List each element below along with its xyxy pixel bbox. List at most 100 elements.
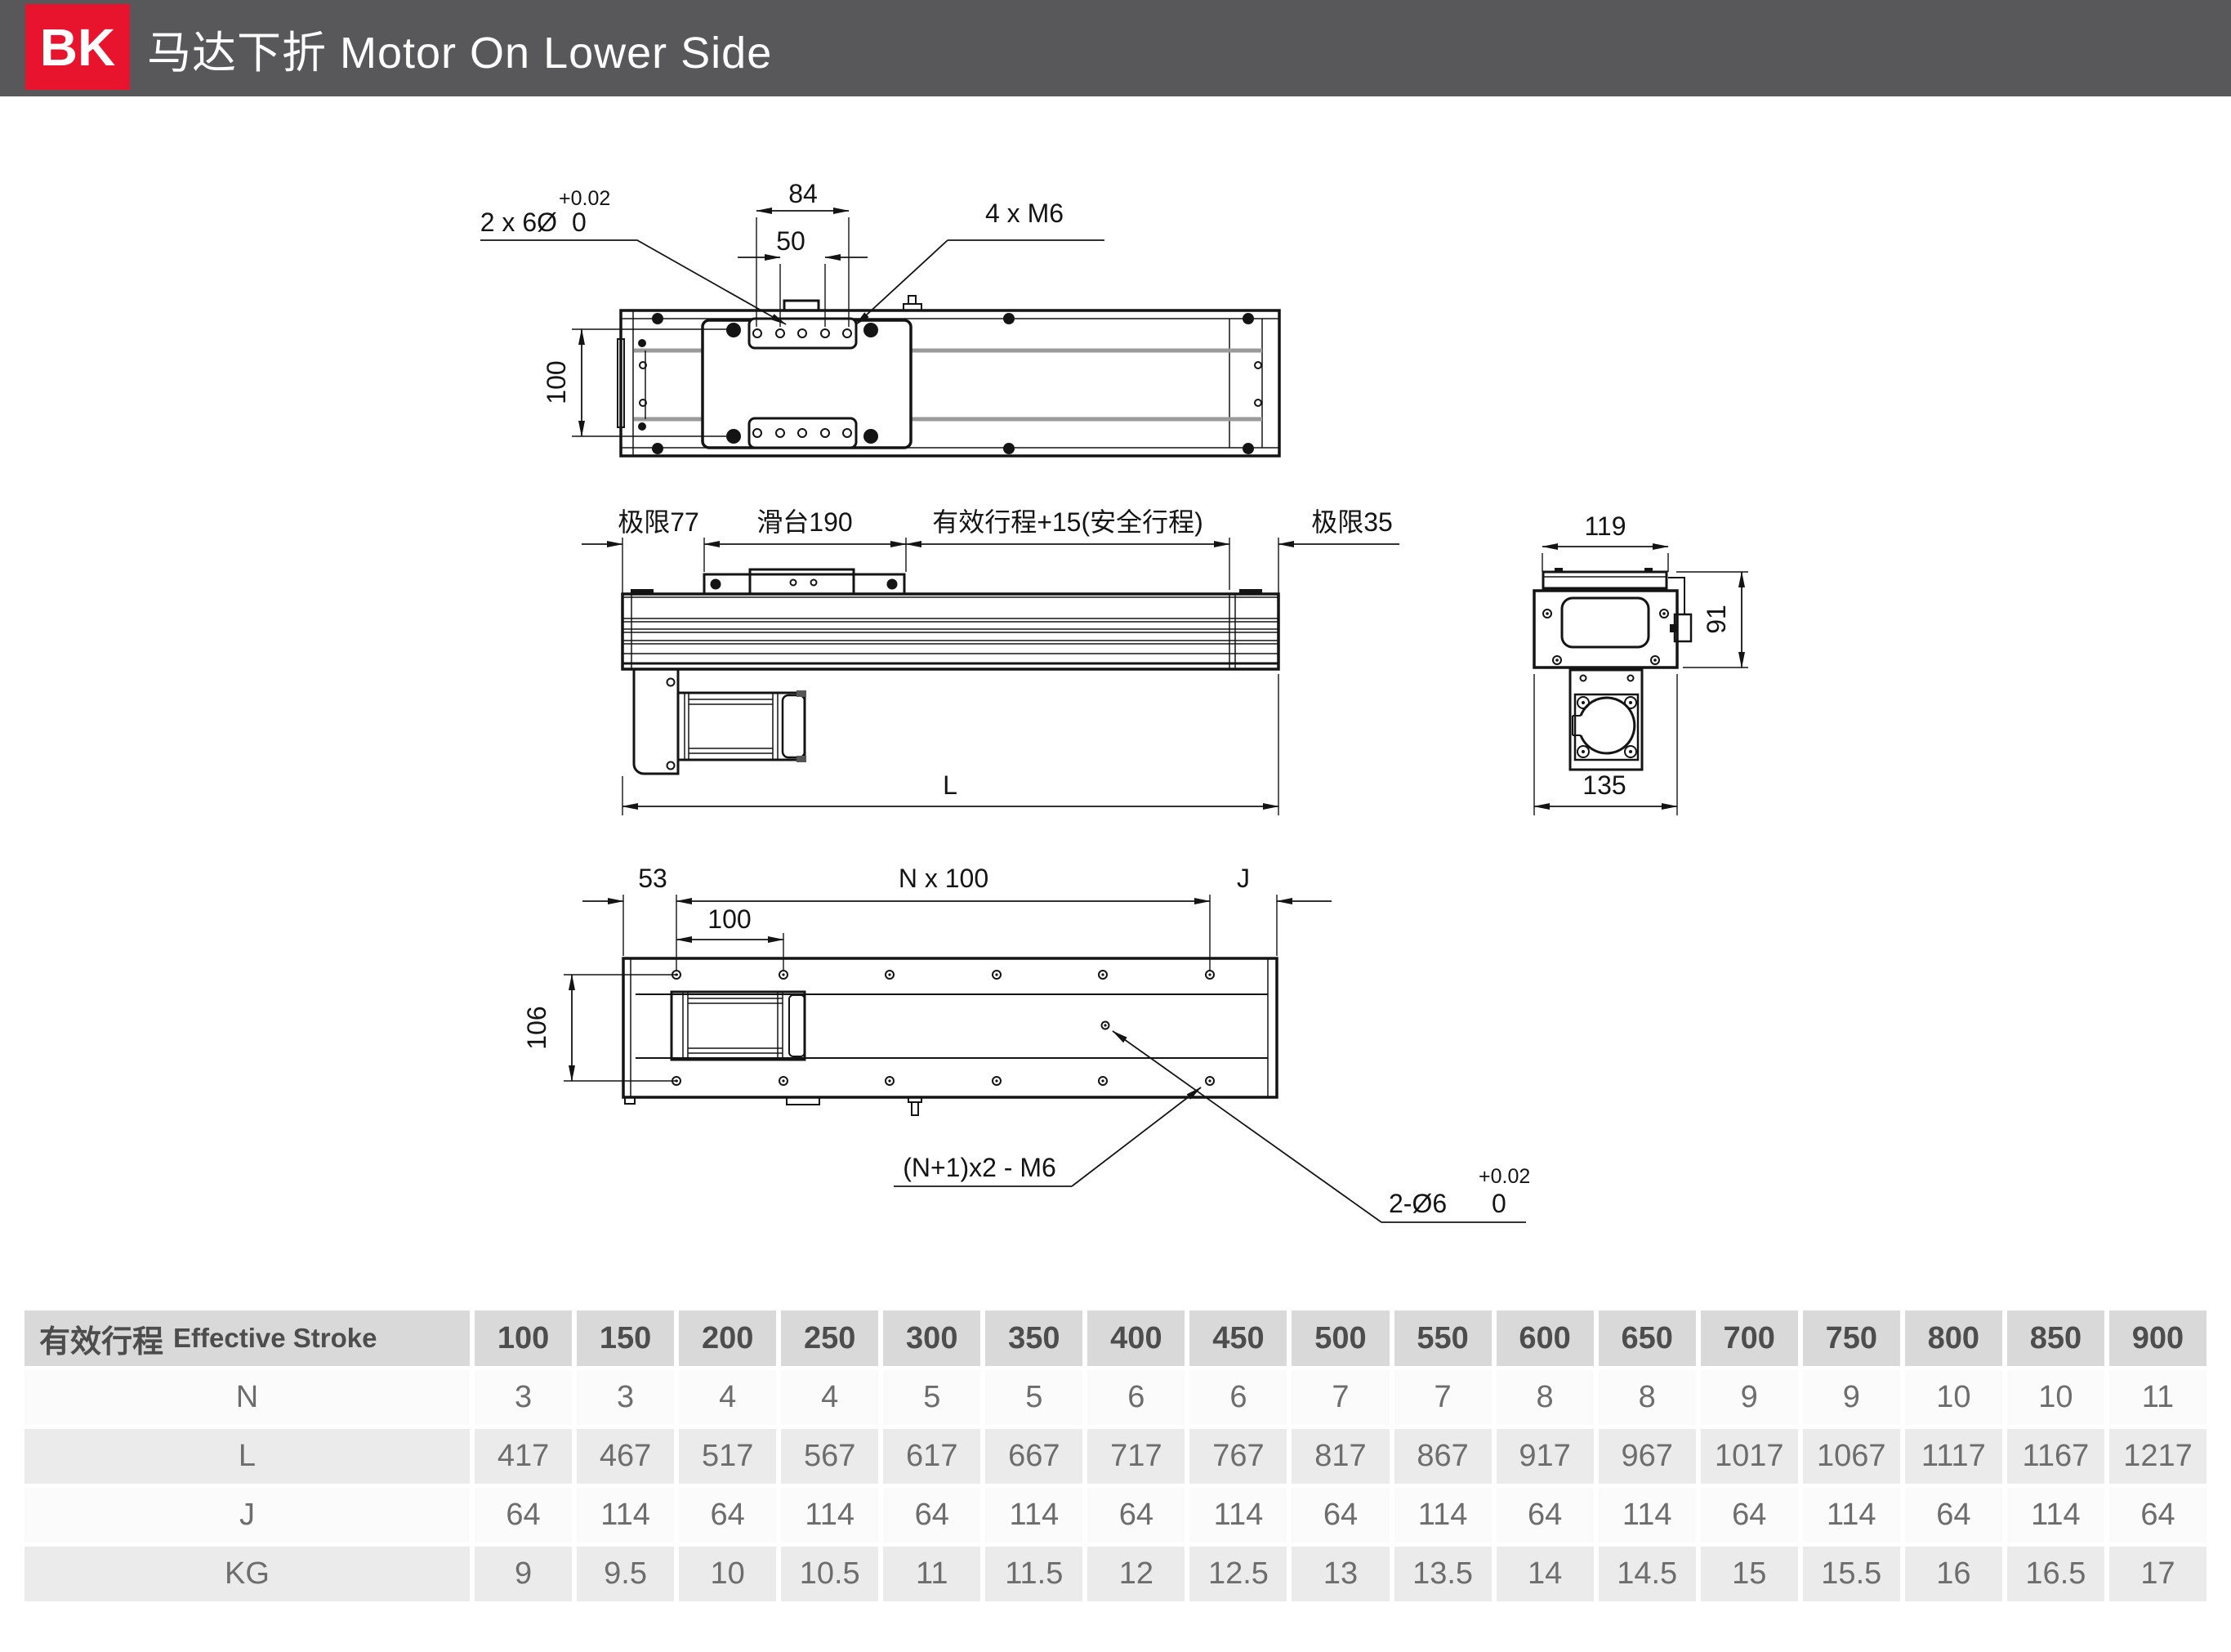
m6-count-label: (N+1)x2 - M6 (903, 1153, 1056, 1182)
top-view: 84 50 2 x 6Ø 0 +0.02 4 x M6 100 (480, 179, 1279, 456)
table-header-cell: 600 (1497, 1310, 1594, 1366)
table-header-cell: 800 (1905, 1310, 2002, 1366)
dim-j-label: J (1237, 864, 1250, 893)
table-cell: 10 (1905, 1370, 2002, 1425)
table-cell: 12 (1087, 1547, 1185, 1601)
table-cell: 9 (1803, 1370, 1900, 1425)
table-cell: 13 (1292, 1547, 1389, 1601)
m6-callout-label: 4 x M6 (985, 199, 1064, 228)
dim-119-label: 119 (1584, 511, 1626, 541)
limit-left-label: 极限77 (618, 507, 699, 537)
table-header-label: 有效行程Effective Stroke (25, 1310, 470, 1366)
dim-53-label: 53 (638, 864, 667, 893)
table-cell: 11.5 (985, 1547, 1082, 1601)
table-header-cell: 400 (1087, 1310, 1185, 1366)
table-cell: 9 (1701, 1370, 1798, 1425)
table-cell: 9.5 (577, 1547, 674, 1601)
table-row-label: N (25, 1370, 470, 1425)
table-cell: 1117 (1905, 1429, 2002, 1484)
dim-50-label: 50 (776, 226, 805, 256)
title-bar: BK 马达下折 Motor On Lower Side (0, 0, 2231, 96)
table-cell: 64 (1701, 1488, 1798, 1543)
table-cell: 867 (1394, 1429, 1492, 1484)
hole-centers (675, 973, 1211, 1082)
table-header-cell: 550 (1394, 1310, 1492, 1366)
table-cell: 15.5 (1803, 1547, 1900, 1601)
table-header-cell: 350 (985, 1310, 1082, 1366)
dim-91-label: 91 (1702, 605, 1731, 634)
table-header-cell: 300 (883, 1310, 980, 1366)
table-cell: 10 (679, 1547, 776, 1601)
table-header-cell: 500 (1292, 1310, 1389, 1366)
table-cell: 17 (2109, 1547, 2206, 1601)
stroke-table: 有效行程Effective Stroke10015020025030035040… (25, 1310, 2206, 1601)
engineering-drawing: 84 50 2 x 6Ø 0 +0.02 4 x M6 100 极限77 滑台1… (0, 96, 2231, 1310)
dim-135-label: 135 (1582, 770, 1626, 800)
table-cell: 14 (1497, 1547, 1594, 1601)
table-cell: 114 (985, 1488, 1082, 1543)
dim-l-label: L (943, 770, 957, 800)
table-cell: 64 (1497, 1488, 1594, 1543)
table-cell: 64 (1292, 1488, 1389, 1543)
dowel-tol-zero: 0 (572, 208, 587, 237)
table-cell: 767 (1189, 1429, 1287, 1484)
dim-100-label: 100 (542, 360, 571, 404)
table-cell: 1217 (2109, 1429, 2206, 1484)
table-cell: 114 (1189, 1488, 1287, 1543)
table-cell: 7 (1394, 1370, 1492, 1425)
table-cell: 114 (1599, 1488, 1696, 1543)
table-cell: 517 (679, 1429, 776, 1484)
dowel-count-tol-plus: +0.02 (1479, 1165, 1530, 1188)
table-cell: 417 (475, 1429, 572, 1484)
dim-84-label: 84 (788, 179, 818, 208)
table-cell: 567 (781, 1429, 878, 1484)
table-cell: 7 (1292, 1370, 1389, 1425)
table-cell: 114 (1394, 1488, 1492, 1543)
table-cell: 11 (2109, 1370, 2206, 1425)
table-cell: 4 (679, 1370, 776, 1425)
table-cell: 1167 (2007, 1429, 2104, 1484)
table-cell: 64 (1087, 1488, 1185, 1543)
dowel-tol-plus: +0.02 (559, 187, 610, 210)
bottom-view: 53 N x 100 J 100 (522, 864, 1530, 1222)
table-cell: 64 (1905, 1488, 2002, 1543)
table-cell: 114 (2007, 1488, 2104, 1543)
table-row-label: KG (25, 1547, 470, 1601)
table-cell: 3 (475, 1370, 572, 1425)
table-cell: 5 (883, 1370, 980, 1425)
table-cell: 64 (883, 1488, 980, 1543)
table-cell: 8 (1497, 1370, 1594, 1425)
table-cell: 967 (1599, 1429, 1696, 1484)
table-header-cell: 900 (2109, 1310, 2206, 1366)
table-cell: 16.5 (2007, 1547, 2104, 1601)
table-cell: 717 (1087, 1429, 1185, 1484)
table-header-cell: 450 (1189, 1310, 1287, 1366)
dowel-count-tol-zero: 0 (1492, 1189, 1506, 1218)
table-cell: 1067 (1803, 1429, 1900, 1484)
table-cell: 467 (577, 1429, 674, 1484)
limit-right-label: 极限35 (1311, 507, 1393, 537)
table-cell: 1017 (1701, 1429, 1798, 1484)
table-header-cell: 150 (577, 1310, 674, 1366)
dowel-count-label: 2-Ø6 (1389, 1189, 1447, 1218)
table-cell: 114 (781, 1488, 878, 1543)
dim-106-label: 106 (522, 1006, 551, 1049)
table-header-cell: 700 (1701, 1310, 1798, 1366)
table-row-label: L (25, 1429, 470, 1484)
table-cell: 8 (1599, 1370, 1696, 1425)
table-cell: 11 (883, 1547, 980, 1601)
side-view: 极限77 滑台190 有效行程+15(安全行程) 极限35 (582, 507, 1399, 815)
table-cell: 6 (1189, 1370, 1287, 1425)
slider-label: 滑台190 (756, 507, 852, 537)
table-cell: 16 (1905, 1547, 2002, 1601)
table-row-label: J (25, 1488, 470, 1543)
table-cell: 14.5 (1599, 1547, 1696, 1601)
dowel-callout-label: 2 x 6Ø (480, 208, 557, 237)
stroke-label: 有效行程+15(安全行程) (932, 507, 1203, 537)
table-cell: 114 (577, 1488, 674, 1543)
page-title: 马达下折 Motor On Lower Side (147, 0, 772, 96)
table-cell: 917 (1497, 1429, 1594, 1484)
table-cell: 667 (985, 1429, 1082, 1484)
table-header-cell: 250 (781, 1310, 878, 1366)
table-cell: 4 (781, 1370, 878, 1425)
